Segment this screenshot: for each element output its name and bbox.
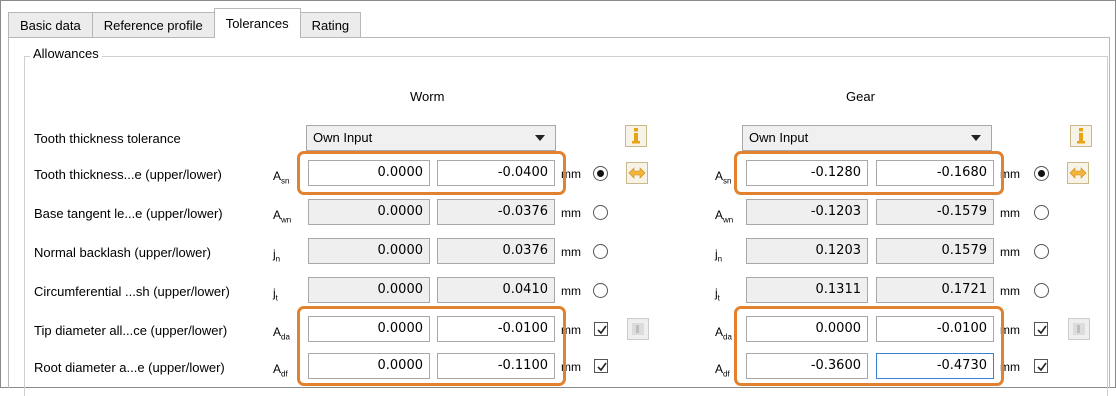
unit-label: mm — [561, 245, 581, 259]
worm-radio[interactable] — [593, 244, 608, 259]
worm-lower-field[interactable]: -0.0400 — [437, 160, 555, 186]
checkmark-icon — [597, 362, 607, 372]
worm-lower-field: -0.0376 — [437, 199, 555, 225]
gear-lower-field-focused[interactable]: -0.4730 — [876, 353, 994, 379]
worm-symbol: jn — [273, 247, 281, 264]
unit-label: mm — [1000, 167, 1020, 181]
checkmark-icon — [597, 325, 607, 335]
unit-label: mm — [1000, 245, 1020, 259]
worm-lower-field: 0.0410 — [437, 277, 555, 303]
info-icon[interactable] — [1070, 125, 1092, 147]
tab-bar: Basic data Reference profile Tolerances … — [8, 8, 362, 38]
unit-label: mm — [1000, 360, 1020, 374]
worm-lower-field[interactable]: -0.1100 — [437, 353, 555, 379]
checkmark-icon — [1037, 362, 1047, 372]
worm-upper-field: 0.0000 — [308, 238, 430, 264]
gear-symbol: jn — [715, 247, 723, 264]
gear-upper-field: -0.1203 — [746, 199, 868, 225]
worm-upper-field: 0.0000 — [308, 277, 430, 303]
worm-radio-selected[interactable] — [593, 166, 608, 181]
gear-upper-field[interactable]: 0.0000 — [746, 316, 868, 342]
gear-radio[interactable] — [1034, 244, 1049, 259]
worm-upper-field[interactable]: 0.0000 — [308, 353, 430, 379]
gear-checkbox-checked[interactable] — [1034, 322, 1048, 336]
unit-label: mm — [1000, 284, 1020, 298]
worm-radio[interactable] — [593, 205, 608, 220]
chevron-down-icon — [971, 135, 981, 141]
unit-label: mm — [561, 360, 581, 374]
worm-lower-field[interactable]: -0.0100 — [437, 316, 555, 342]
worm-symbol: Adf — [273, 362, 288, 379]
swap-arrows-icon[interactable] — [626, 162, 648, 184]
worm-upper-field[interactable]: 0.0000 — [308, 316, 430, 342]
worm-tolerance-select[interactable]: Own Input — [306, 125, 556, 151]
gear-symbol: jt — [715, 286, 720, 303]
worm-symbol: Asn — [273, 169, 290, 186]
gear-upper-field[interactable]: -0.1280 — [746, 160, 868, 186]
calculator-icon[interactable] — [627, 318, 649, 340]
gear-lower-field: 0.1721 — [876, 277, 994, 303]
gear-lower-field[interactable]: -0.1680 — [876, 160, 994, 186]
unit-label: mm — [561, 167, 581, 181]
worm-tolerance-select-value: Own Input — [313, 130, 373, 145]
calculator-icon[interactable] — [1068, 318, 1090, 340]
checkmark-icon — [1037, 325, 1047, 335]
allowances-groupbox — [24, 56, 1108, 396]
tab-basic-data[interactable]: Basic data — [8, 12, 93, 38]
gear-symbol: Awn — [715, 208, 734, 225]
chevron-down-icon — [535, 135, 545, 141]
gear-checkbox-checked[interactable] — [1034, 359, 1048, 373]
unit-label: mm — [1000, 206, 1020, 220]
worm-upper-field: 0.0000 — [308, 199, 430, 225]
worm-symbol: Awn — [273, 208, 292, 225]
swap-arrows-icon[interactable] — [1067, 162, 1089, 184]
gear-lower-field: -0.1579 — [876, 199, 994, 225]
gear-upper-field: 0.1311 — [746, 277, 868, 303]
gear-symbol: Asn — [715, 169, 732, 186]
worm-symbol: jt — [273, 286, 278, 303]
worm-column-header: Worm — [410, 89, 445, 104]
worm-checkbox-checked[interactable] — [594, 322, 608, 336]
worm-upper-field[interactable]: 0.0000 — [308, 160, 430, 186]
gear-column-header: Gear — [846, 89, 875, 104]
tooth-thickness-tolerance-label: Tooth thickness tolerance — [34, 131, 181, 146]
row-label: Tooth thickness...e (upper/lower) — [34, 167, 222, 182]
allowances-title: Allowances — [30, 46, 102, 61]
row-label: Root diameter a...e (upper/lower) — [34, 360, 225, 375]
gear-symbol: Ada — [715, 325, 732, 342]
gear-upper-field[interactable]: -0.3600 — [746, 353, 868, 379]
row-label: Tip diameter all...ce (upper/lower) — [34, 323, 228, 338]
worm-lower-field: 0.0376 — [437, 238, 555, 264]
worm-symbol: Ada — [273, 325, 290, 342]
row-label: Base tangent le...e (upper/lower) — [34, 206, 223, 221]
tab-reference-profile[interactable]: Reference profile — [91, 12, 215, 38]
gear-radio[interactable] — [1034, 205, 1049, 220]
gear-upper-field: 0.1203 — [746, 238, 868, 264]
gear-lower-field: 0.1579 — [876, 238, 994, 264]
worm-checkbox-checked[interactable] — [594, 359, 608, 373]
gear-radio[interactable] — [1034, 283, 1049, 298]
info-icon[interactable] — [625, 125, 647, 147]
row-label: Normal backlash (upper/lower) — [34, 245, 212, 260]
row-label: Circumferential ...sh (upper/lower) — [34, 284, 230, 299]
gear-tolerance-select-value: Own Input — [749, 130, 809, 145]
unit-label: mm — [561, 323, 581, 337]
tab-rating[interactable]: Rating — [299, 12, 362, 38]
worm-radio[interactable] — [593, 283, 608, 298]
tab-tolerances[interactable]: Tolerances — [213, 8, 301, 38]
gear-lower-field[interactable]: -0.0100 — [876, 316, 994, 342]
unit-label: mm — [561, 284, 581, 298]
unit-label: mm — [1000, 323, 1020, 337]
unit-label: mm — [561, 206, 581, 220]
gear-tolerance-select[interactable]: Own Input — [742, 125, 992, 151]
gear-radio-selected[interactable] — [1034, 166, 1049, 181]
gear-symbol: Adf — [715, 362, 730, 379]
